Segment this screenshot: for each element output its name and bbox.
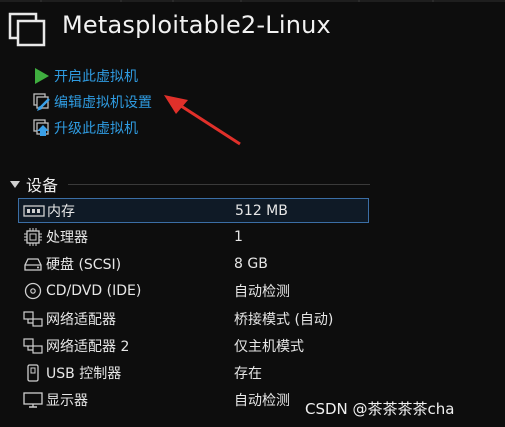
- play-icon: [32, 66, 52, 86]
- device-value: 桥接模式 (自动): [234, 312, 334, 328]
- device-name: 硬盘 (SCSI): [46, 257, 122, 273]
- power-on-vm-link[interactable]: 开启此虚拟机: [32, 65, 138, 87]
- device-name: 内存: [47, 203, 75, 220]
- device-row-memory[interactable]: 内存 512 MB: [18, 198, 369, 223]
- device-row-network-adapter[interactable]: 网络适配器 桥接模式 (自动): [18, 307, 368, 331]
- cpu-icon: [22, 228, 44, 246]
- devices-section-toggle[interactable]: 设备: [10, 172, 58, 196]
- device-name: USB 控制器: [46, 366, 122, 382]
- upgrade-vm-label: 升级此虚拟机: [54, 121, 138, 137]
- edit-settings-icon: [32, 92, 52, 112]
- upgrade-vm-link[interactable]: 升级此虚拟机: [32, 117, 138, 139]
- hard-disk-icon: [22, 255, 44, 273]
- power-on-vm-label: 开启此虚拟机: [54, 69, 138, 85]
- vm-name-title: Metasploitable2-Linux: [62, 11, 331, 39]
- watermark-text: CSDN @茶茶茶茶cha: [305, 400, 455, 418]
- devices-section-title: 设备: [26, 176, 59, 195]
- device-row-cd-dvd[interactable]: CD/DVD (IDE) 自动检测: [18, 279, 368, 303]
- usb-icon: [22, 364, 44, 382]
- vm-details-panel: Metasploitable2-Linux 开启此虚拟机 编辑虚拟机设置 升级此…: [0, 0, 505, 427]
- device-row-network-adapter-2[interactable]: 网络适配器 2 仅主机模式: [18, 334, 368, 358]
- edit-vm-settings-link[interactable]: 编辑虚拟机设置: [32, 91, 152, 113]
- upgrade-icon: [32, 118, 52, 138]
- device-name: 显示器: [46, 393, 88, 409]
- device-row-cpu[interactable]: 处理器 1: [18, 225, 368, 249]
- display-icon: [22, 391, 44, 409]
- device-value: 仅主机模式: [234, 339, 304, 355]
- annotation-arrow: [164, 95, 241, 146]
- virtual-machine-icon: [8, 12, 46, 47]
- device-row-hard-disk[interactable]: 硬盘 (SCSI) 8 GB: [18, 252, 368, 276]
- device-row-usb[interactable]: USB 控制器 存在: [18, 361, 368, 385]
- memory-icon: [23, 202, 45, 220]
- device-value: 存在: [234, 366, 262, 382]
- device-name: 网络适配器 2: [46, 339, 130, 355]
- device-value: 512 MB: [235, 202, 288, 219]
- device-value: 1: [234, 229, 243, 245]
- network-adapter-icon: [22, 310, 44, 328]
- vm-title-bar: Metasploitable2-Linux: [0, 0, 505, 56]
- collapse-triangle-icon: [10, 180, 20, 188]
- device-name: CD/DVD (IDE): [46, 283, 142, 299]
- device-value: 8 GB: [234, 256, 268, 272]
- edit-vm-settings-label: 编辑虚拟机设置: [54, 95, 152, 111]
- cd-dvd-icon: [22, 282, 44, 300]
- device-name: 处理器: [46, 230, 88, 246]
- section-divider: [68, 184, 370, 185]
- device-value: 自动检测: [234, 393, 290, 409]
- device-name: 网络适配器: [46, 312, 116, 328]
- network-adapter-icon: [22, 337, 44, 355]
- device-value: 自动检测: [234, 284, 290, 300]
